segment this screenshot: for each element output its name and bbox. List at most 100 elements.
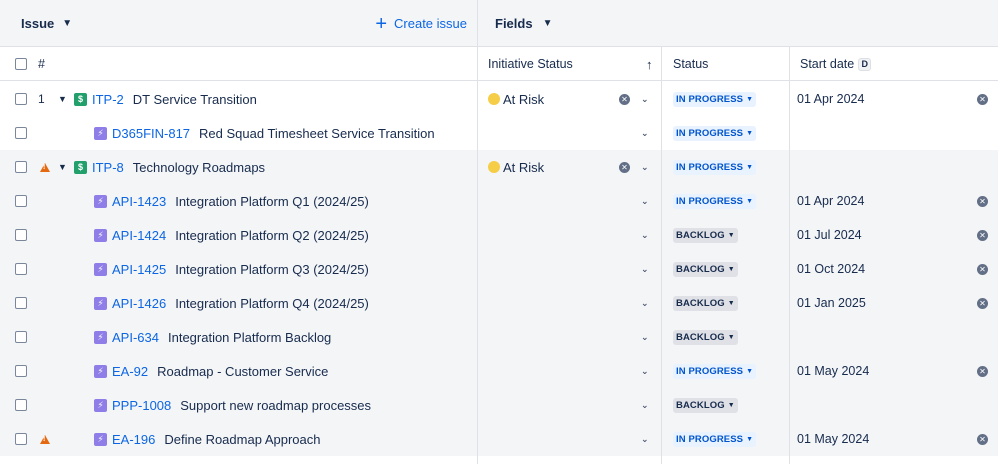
chevron-down-icon[interactable]: ⌄ [641,422,649,456]
chevron-down-icon[interactable]: ⌄ [641,354,649,388]
status-lozenge[interactable]: IN PROGRESS ▼ [673,422,757,456]
clear-icon[interactable]: ✕ [619,150,630,184]
row-checkbox[interactable] [15,184,27,218]
issue-key-link[interactable]: API-634 [112,330,159,345]
issue-key-link[interactable]: API-1423 [112,194,166,209]
column-divider [477,47,478,464]
status-lozenge[interactable]: BACKLOG ▼ [673,320,738,354]
row-checkbox[interactable] [15,320,27,354]
table-row[interactable]: ⚡ API-634 Integration Platform Backlog ⌄… [0,320,998,354]
issue-key-link[interactable]: ITP-8 [92,160,124,175]
select-all-checkbox[interactable] [15,47,27,81]
start-date-value[interactable]: 01 Oct 2024 [797,252,865,286]
issue-summary[interactable]: Integration Platform Q3 (2024/25) [175,262,369,277]
table-row[interactable]: ⚡ API-1424 Integration Platform Q2 (2024… [0,218,998,252]
issue-summary[interactable]: Technology Roadmaps [133,160,265,175]
status-lozenge[interactable]: BACKLOG ▼ [673,388,738,422]
chevron-down-icon[interactable]: ⌄ [641,252,649,286]
expand-chevron-icon[interactable]: ▼ [58,82,67,116]
issue-summary[interactable]: Integration Platform Backlog [168,330,331,345]
fields-dropdown[interactable]: Fields ▼ [477,0,998,47]
start-date-value[interactable]: 01 Apr 2024 [797,184,864,218]
table-row[interactable]: ⚡ EA-92 Roadmap - Customer Service ⌄ IN … [0,354,998,388]
row-checkbox[interactable] [15,218,27,252]
issue-summary[interactable]: Red Squad Timesheet Service Transition [199,126,435,141]
status-lozenge[interactable]: IN PROGRESS ▼ [673,354,757,388]
table-row[interactable]: ⚡ API-1423 Integration Platform Q1 (2024… [0,184,998,218]
clear-icon[interactable]: ✕ [619,82,630,116]
issue-key-link[interactable]: API-1425 [112,262,166,277]
issue-key-link[interactable]: PPP-1008 [112,398,171,413]
table-row[interactable]: ⚡ API-1426 Integration Platform Q4 (2024… [0,286,998,320]
chevron-down-icon[interactable]: ⌄ [641,184,649,218]
status-lozenge[interactable]: BACKLOG ▼ [673,218,738,252]
issue-key-link[interactable]: API-1424 [112,228,166,243]
table-row[interactable]: ▼ $ ITP-8 Technology Roadmaps At Risk ✕ ⌄… [0,150,998,184]
row-checkbox[interactable] [15,422,27,456]
clear-icon[interactable]: ✕ [977,218,988,252]
row-checkbox[interactable] [15,388,27,422]
date-field-badge: D [858,57,872,71]
status-lozenge[interactable]: IN PROGRESS ▼ [673,116,757,150]
row-checkbox[interactable] [15,82,27,116]
table-row[interactable]: ⚡ EA-196 Define Roadmap Approach ⌄ IN PR… [0,422,998,456]
epic-type-icon: ⚡ [94,194,107,208]
expand-chevron-icon[interactable]: ▼ [58,150,67,184]
issue-summary[interactable]: Integration Platform Q1 (2024/25) [175,194,369,209]
row-checkbox[interactable] [15,252,27,286]
issue-key-link[interactable]: EA-196 [112,432,155,447]
chevron-down-icon[interactable]: ⌄ [641,286,649,320]
chevron-down-icon[interactable]: ⌄ [641,150,649,184]
start-date-value[interactable]: 01 May 2024 [797,422,869,456]
status-lozenge[interactable]: BACKLOG ▼ [673,286,738,320]
row-checkbox[interactable] [15,116,27,150]
status-lozenge[interactable]: BACKLOG ▼ [673,252,738,286]
clear-icon[interactable]: ✕ [977,82,988,116]
chevron-down-icon: ▼ [746,95,754,103]
start-date-value[interactable]: 01 Apr 2024 [797,82,864,116]
row-checkbox[interactable] [15,150,27,184]
issue-key-link[interactable]: EA-92 [112,364,148,379]
initiative-status-value[interactable]: At Risk [488,150,544,184]
column-header-start-date[interactable]: Start date D [800,47,872,81]
start-date-value[interactable]: 01 May 2024 [797,354,869,388]
start-date-value[interactable]: 01 Jan 2025 [797,286,866,320]
issue-summary[interactable]: Integration Platform Q2 (2024/25) [175,228,369,243]
initiative-status-value[interactable]: At Risk [488,82,544,116]
chevron-down-icon[interactable]: ⌄ [641,320,649,354]
issue-summary[interactable]: DT Service Transition [133,92,257,107]
issue-summary[interactable]: Support new roadmap processes [180,398,371,413]
chevron-down-icon[interactable]: ⌄ [641,388,649,422]
clear-icon[interactable]: ✕ [977,354,988,388]
table-row[interactable]: ⚡ PPP-1008 Support new roadmap processes… [0,388,998,422]
issue-key-link[interactable]: D365FIN-817 [112,126,190,141]
chevron-down-icon: ▼ [62,18,73,29]
clear-icon[interactable]: ✕ [977,184,988,218]
row-number: 1 [38,92,45,106]
table-row[interactable]: 1 ▼ $ ITP-2 DT Service Transition At Risk… [0,82,998,116]
status-lozenge[interactable]: IN PROGRESS ▼ [673,150,757,184]
issue-key-link[interactable]: API-1426 [112,296,166,311]
clear-icon[interactable]: ✕ [977,252,988,286]
table-row[interactable]: ⚡ API-1425 Integration Platform Q3 (2024… [0,252,998,286]
issue-key-link[interactable]: ITP-2 [92,92,124,107]
column-header-status[interactable]: Status [673,47,708,81]
chevron-down-icon[interactable]: ⌄ [641,116,649,150]
column-header-initiative-status[interactable]: Initiative Status [488,47,573,81]
issue-summary[interactable]: Roadmap - Customer Service [157,364,328,379]
issue-dropdown[interactable]: Issue ▼ + Create issue [0,0,477,47]
sort-ascending-icon[interactable]: ↑ [646,47,653,81]
issue-summary[interactable]: Define Roadmap Approach [164,432,320,447]
clear-icon[interactable]: ✕ [977,286,988,320]
table-row[interactable]: ⚡ D365FIN-817 Red Squad Timesheet Servic… [0,116,998,150]
row-checkbox[interactable] [15,354,27,388]
chevron-down-icon[interactable]: ⌄ [641,218,649,252]
status-lozenge[interactable]: IN PROGRESS ▼ [673,184,757,218]
start-date-value[interactable]: 01 Jul 2024 [797,218,862,252]
issue-summary[interactable]: Integration Platform Q4 (2024/25) [175,296,369,311]
clear-icon[interactable]: ✕ [977,422,988,456]
status-lozenge[interactable]: IN PROGRESS ▼ [673,82,757,116]
row-checkbox[interactable] [15,286,27,320]
create-issue-button[interactable]: + Create issue [375,0,467,47]
chevron-down-icon[interactable]: ⌄ [641,82,649,116]
